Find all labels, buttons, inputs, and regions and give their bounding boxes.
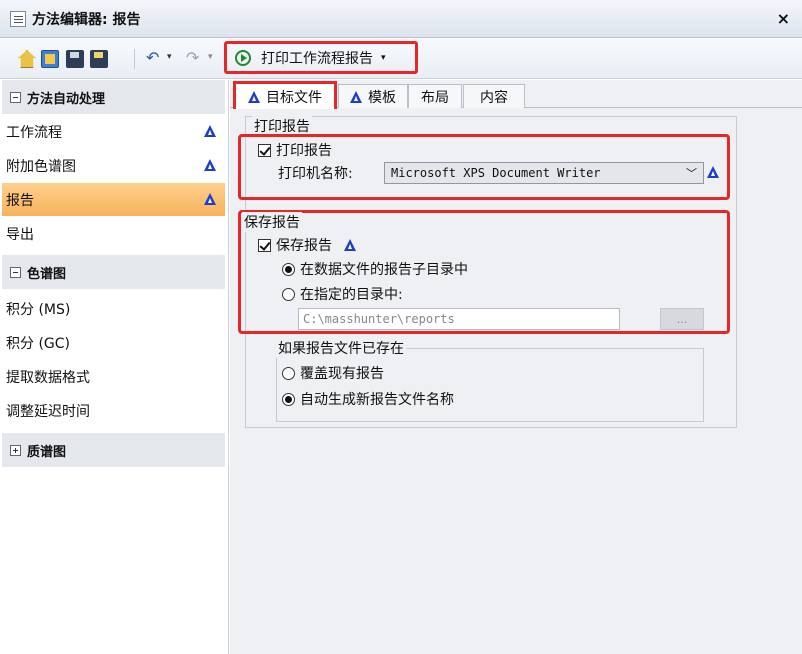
chevron-down-icon[interactable]: ▾ <box>381 53 386 63</box>
print-report-checkbox-row[interactable]: 打印报告 <box>258 140 332 160</box>
warning-icon <box>204 159 217 171</box>
section-chromatogram[interactable]: 色谱图 <box>2 255 225 289</box>
printer-select[interactable]: Microsoft XPS Document Writer ﹀ <box>384 162 704 184</box>
save-report-checkbox-label: 保存报告 <box>276 238 332 254</box>
tab-layout[interactable]: 布局 <box>408 84 462 108</box>
tab-bar: 目标文件 模板 布局 内容 <box>230 80 802 109</box>
sidebar-item-label: 报告 <box>6 192 34 209</box>
redo-icon: ↷ <box>186 48 200 67</box>
print-workflow-report-button[interactable]: 打印工作流程报告 ▾ <box>224 41 418 74</box>
overwrite-radio[interactable] <box>282 366 295 380</box>
tab-label: 内容 <box>480 89 508 106</box>
sidebar-item-label: 导出 <box>6 226 34 243</box>
autoname-option[interactable]: 自动生成新报告文件名称 <box>282 389 454 409</box>
sidebar-item-label: 积分 (MS) <box>6 301 71 318</box>
redo-dropdown-icon: ▾ <box>208 52 213 62</box>
undo-dropdown-icon[interactable]: ▾ <box>167 52 172 62</box>
if-exists-group <box>276 348 704 422</box>
save-report-checkbox[interactable] <box>258 238 271 252</box>
if-exists-group-title: 如果报告文件已存在 <box>276 338 406 358</box>
save-report-checkbox-row[interactable]: 保存报告 <box>258 235 357 255</box>
sidebar-item-label: 附加色谱图 <box>6 158 76 175</box>
save-icon[interactable] <box>66 50 84 68</box>
warning-icon <box>204 193 217 205</box>
autoname-radio[interactable] <box>282 392 295 406</box>
sidebar-item-extraction-format[interactable]: 提取数据格式 <box>2 360 225 393</box>
tab-content[interactable]: 内容 <box>463 84 525 108</box>
save-custom-dir-radio[interactable] <box>282 287 295 301</box>
sidebar-item-delay-time[interactable]: 调整延迟时间 <box>2 394 225 427</box>
autoname-label: 自动生成新报告文件名称 <box>300 392 454 408</box>
save-report-group-title: 保存报告 <box>242 212 302 232</box>
sidebar-item-label: 调整延迟时间 <box>6 403 90 420</box>
warning-icon <box>344 239 357 251</box>
home-icon[interactable] <box>18 50 36 68</box>
collapse-icon[interactable] <box>10 266 21 278</box>
chevron-down-icon[interactable]: ﹀ <box>686 165 697 181</box>
printer-select-value: Microsoft XPS Document Writer <box>391 166 601 180</box>
warning-icon <box>707 166 720 178</box>
sidebar: 方法自动处理 工作流程 附加色谱图 报告 导出 色谱图 积分 (MS) 积分 (… <box>0 80 229 654</box>
toolbar-separator <box>134 49 135 69</box>
report-path-input[interactable]: C:\masshunter\reports <box>298 308 620 330</box>
play-icon <box>235 49 251 66</box>
print-workflow-report-label: 打印工作流程报告 <box>261 50 373 67</box>
tab-label: 目标文件 <box>266 89 322 106</box>
section-method-automation[interactable]: 方法自动处理 <box>2 80 225 114</box>
save-as-icon[interactable] <box>90 50 108 68</box>
save-subdir-radio[interactable] <box>282 262 295 276</box>
open-method-icon[interactable] <box>41 50 59 68</box>
sidebar-item-integration-gc[interactable]: 积分 (GC) <box>2 326 225 359</box>
expand-icon[interactable] <box>10 444 21 456</box>
print-report-checkbox-label: 打印报告 <box>276 143 332 159</box>
browse-button[interactable]: ... <box>660 308 704 330</box>
sidebar-item-additional-chromatograms[interactable]: 附加色谱图 <box>2 149 225 182</box>
tab-target-file[interactable]: 目标文件 <box>233 81 337 109</box>
sidebar-item-label: 提取数据格式 <box>6 369 90 386</box>
report-path-value: C:\masshunter\reports <box>303 312 455 326</box>
overwrite-label: 覆盖现有报告 <box>300 366 384 382</box>
save-to-subdir-option[interactable]: 在数据文件的报告子目录中 <box>282 259 468 279</box>
save-to-custom-dir-option[interactable]: 在指定的目录中: <box>282 284 403 304</box>
title-bar: 方法编辑器: 报告 × <box>0 0 802 38</box>
sidebar-item-report[interactable]: 报告 <box>2 183 225 216</box>
sidebar-item-export[interactable]: 导出 <box>2 217 225 250</box>
sidebar-item-label: 积分 (GC) <box>6 335 70 352</box>
section-label: 质谱图 <box>27 444 67 460</box>
section-mass-spectrum[interactable]: 质谱图 <box>2 433 225 467</box>
printer-name-label: 打印机名称: <box>278 166 353 182</box>
sidebar-item-label: 工作流程 <box>6 124 62 141</box>
print-report-group-title: 打印报告 <box>252 116 312 136</box>
collapse-icon[interactable] <box>10 91 21 103</box>
section-label: 方法自动处理 <box>27 91 106 107</box>
overwrite-option[interactable]: 覆盖现有报告 <box>282 363 384 383</box>
warning-icon <box>248 90 261 103</box>
tab-label: 布局 <box>421 89 449 106</box>
warning-icon <box>204 125 217 137</box>
tab-template[interactable]: 模板 <box>338 84 408 108</box>
save-subdir-label: 在数据文件的报告子目录中 <box>300 262 468 278</box>
tab-label: 模板 <box>368 89 396 106</box>
close-button[interactable]: × <box>777 9 790 28</box>
undo-icon[interactable]: ↶ <box>146 48 159 67</box>
method-editor-icon <box>10 10 26 27</box>
window-title: 方法编辑器: 报告 <box>32 11 141 28</box>
sidebar-item-workflow[interactable]: 工作流程 <box>2 115 225 148</box>
warning-icon <box>350 90 363 103</box>
save-custom-dir-label: 在指定的目录中: <box>300 287 403 303</box>
section-label: 色谱图 <box>27 266 67 282</box>
sidebar-item-integration-ms[interactable]: 积分 (MS) <box>2 292 225 325</box>
print-report-checkbox[interactable] <box>258 143 271 157</box>
